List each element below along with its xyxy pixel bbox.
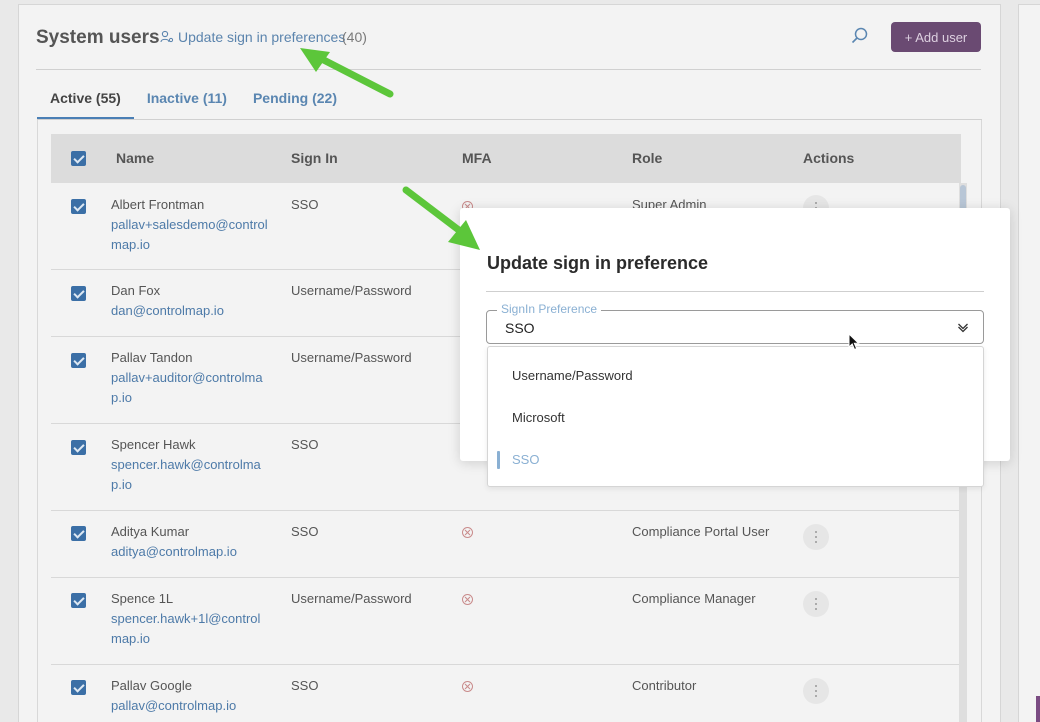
dialog-divider	[486, 291, 984, 292]
option-username-password[interactable]: Username/Password	[488, 355, 983, 397]
option-sso[interactable]: SSO	[488, 439, 983, 481]
mouse-cursor-icon	[848, 333, 860, 351]
signin-preference-label: SignIn Preference	[497, 302, 602, 316]
option-microsoft[interactable]: Microsoft	[488, 397, 983, 439]
signin-preference-select[interactable]: SignIn Preference SSO	[486, 302, 984, 344]
signin-preference-options: Username/Password Microsoft SSO	[487, 346, 984, 487]
signin-preference-value: SSO	[505, 320, 535, 336]
chevron-down-icon	[958, 323, 968, 333]
dialog-title: Update sign in preference	[487, 253, 709, 273]
